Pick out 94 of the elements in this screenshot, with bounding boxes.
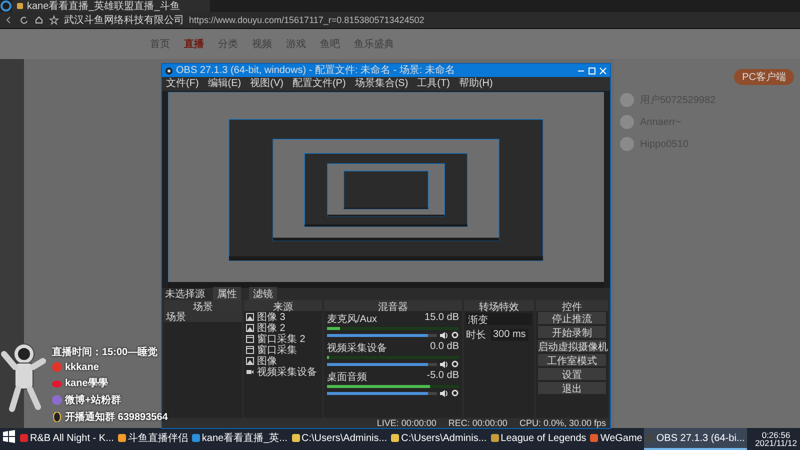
audio-channel-name: 桌面音频: [327, 370, 367, 384]
taskbar-app[interactable]: League of Legends: [488, 428, 588, 450]
dock-title: 转场特效: [464, 300, 534, 311]
status-text: REC: 00:00:00: [448, 418, 508, 428]
schedule-text: 直播时间：15:00—睡觉: [52, 346, 159, 358]
menu-item[interactable]: 视图(V): [250, 77, 284, 91]
image-icon: [246, 356, 254, 364]
window-icon: [246, 346, 254, 354]
obs-logo-icon: [165, 66, 173, 74]
taskbar-app[interactable]: WeGame: [588, 428, 644, 450]
audio-level-reading: 0.0 dB: [430, 341, 459, 354]
app-icon: [292, 434, 300, 442]
control-button[interactable]: 启动虚拟摄像机: [538, 340, 606, 352]
music-app-icon: [52, 362, 62, 372]
home-icon[interactable]: [34, 15, 44, 25]
avatar-icon: [620, 93, 634, 107]
taskbar-app[interactable]: kane看看直播_英...: [190, 428, 290, 450]
settings-icon[interactable]: [451, 331, 459, 339]
speaker-icon[interactable]: [440, 360, 448, 368]
menu-item[interactable]: 帮助(H): [458, 77, 493, 91]
app-icon: [391, 434, 400, 442]
image-icon: [246, 312, 254, 320]
dock-title: 场景: [164, 300, 242, 311]
audio-level-reading: 15.0 dB: [424, 312, 459, 325]
app-icon: [20, 434, 28, 442]
tab-title: kane看看直播_英雄联盟直播_斗鱼: [27, 0, 180, 13]
source-item[interactable]: 窗口采集 2: [257, 332, 306, 346]
menu-item[interactable]: 编辑(E): [208, 77, 242, 91]
settings-icon[interactable]: [451, 389, 459, 397]
dock-title: 混音器: [324, 300, 462, 311]
browser-tab[interactable]: kane看看直播_英雄联盟直播_斗鱼: [12, 0, 210, 12]
clock-time: 0:26:56: [762, 430, 790, 439]
control-button[interactable]: 退出: [538, 382, 606, 394]
app-icon: [490, 434, 499, 442]
status-text: CPU: 0.0%, 30.00 fps: [519, 418, 606, 428]
taskbar-app[interactable]: OBS 27.1.3 (64-bi...: [644, 428, 747, 450]
toolbar-button[interactable]: 滤镜: [249, 287, 277, 301]
taskbar-app[interactable]: C:\Users\Adminis...: [389, 428, 489, 450]
avatar-icon: [620, 115, 634, 129]
status-text: LIVE: 00:00:00: [376, 418, 436, 428]
duration-label: 时长: [466, 328, 486, 342]
control-button[interactable]: 设置: [538, 368, 606, 380]
source-item[interactable]: 图像: [257, 354, 277, 368]
menu-item[interactable]: 场景集合(S): [354, 77, 408, 91]
dock-title: 来源: [244, 300, 322, 311]
star-icon[interactable]: [49, 15, 59, 25]
menu-item[interactable]: 配置文件(P): [292, 77, 346, 91]
reload-icon[interactable]: [19, 15, 29, 25]
badge-icon: [52, 394, 62, 404]
audio-level-reading: -5.0 dB: [426, 370, 459, 383]
toolbar-button[interactable]: 属性: [213, 287, 241, 301]
avatar-icon: [620, 137, 634, 151]
scene-item[interactable]: 场景: [164, 311, 242, 322]
maximize-icon[interactable]: [588, 66, 596, 74]
audio-channel-name: 麦克风/Aux: [327, 312, 378, 326]
dock-title: 控件: [536, 300, 608, 311]
weibo-icon: [52, 378, 62, 388]
control-button[interactable]: 停止推流: [538, 312, 606, 324]
clock-date: 2021/11/12: [755, 439, 797, 448]
penguin-icon: [52, 412, 62, 422]
window-title: OBS 27.1.3 (64-bit, windows) - 配置文件: 未命名 - 场景: 未命名: [176, 64, 455, 77]
source-item[interactable]: 窗口采集: [257, 342, 297, 356]
social-handle: kane學學: [65, 376, 108, 390]
audio-channel-name: 视频采集设备: [327, 342, 387, 355]
control-button[interactable]: 开始录制: [538, 326, 606, 338]
close-icon[interactable]: [599, 66, 607, 74]
social-handle: 微博+站粉群: [65, 394, 121, 406]
no-source-label: 未选择源: [165, 288, 205, 301]
site-owner: 武汉斗鱼网络科技有限公司: [64, 14, 184, 27]
source-item[interactable]: 视频采集设备: [257, 364, 317, 378]
app-icon: [590, 434, 598, 442]
app-icon: [192, 434, 200, 442]
taskbar-app[interactable]: C:\Users\Adminis...: [290, 428, 390, 450]
social-handle: kkkane: [65, 362, 99, 372]
window-icon: [246, 334, 254, 342]
transition-dropdown[interactable]: 渐变: [466, 313, 532, 325]
duration-field[interactable]: 300 ms: [491, 329, 528, 341]
source-item[interactable]: 图像 2: [257, 320, 286, 334]
start-icon[interactable]: [0, 428, 18, 446]
settings-icon[interactable]: [451, 360, 459, 368]
menu-item[interactable]: 文件(F): [166, 77, 199, 91]
control-button[interactable]: 工作室模式: [538, 354, 606, 366]
taskbar-app[interactable]: 斗鱼直播伴侣: [116, 428, 190, 450]
menu-item[interactable]: 工具(T): [417, 77, 450, 91]
site-icon: [16, 2, 24, 10]
browser-logo-icon: [0, 0, 12, 12]
taskbar-app[interactable]: R&B All Night - K...: [18, 428, 116, 450]
camera-icon: [246, 368, 254, 376]
image-icon: [246, 324, 254, 332]
speaker-icon[interactable]: [440, 389, 448, 397]
speaker-icon[interactable]: [440, 331, 448, 339]
app-icon: [118, 434, 126, 442]
url-field[interactable]: https://www.douyu.com/15617117_r=0.8153805713424502: [189, 15, 424, 25]
client-download-button[interactable]: PC客户端: [734, 69, 794, 85]
